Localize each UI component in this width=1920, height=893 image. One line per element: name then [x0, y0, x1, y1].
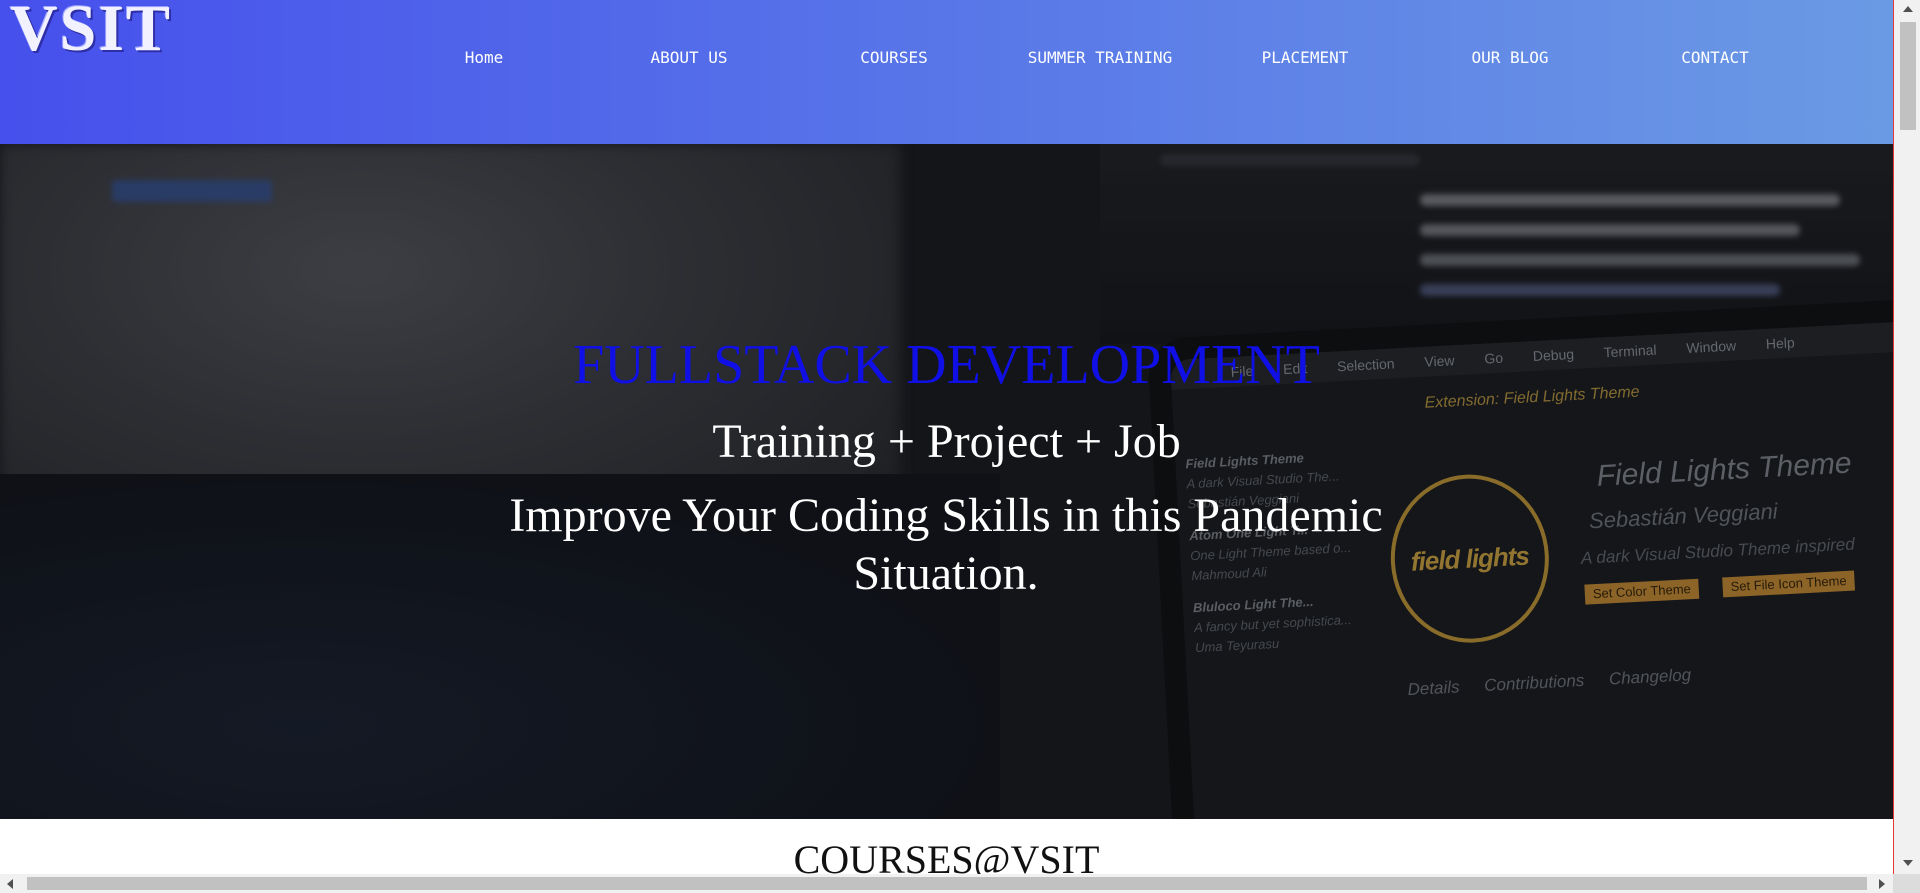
- vertical-scrollbar[interactable]: [1893, 0, 1920, 874]
- scroll-left-arrow-icon[interactable]: [7, 879, 13, 889]
- nav-link-summer-training[interactable]: SUMMER TRAINING: [1028, 46, 1173, 70]
- horizontal-scrollbar[interactable]: [0, 874, 1893, 893]
- horizontal-scroll-thumb[interactable]: [27, 877, 1867, 890]
- scroll-down-arrow-icon[interactable]: [1903, 860, 1913, 866]
- nav-link-our-blog[interactable]: OUR BLOG: [1471, 46, 1548, 70]
- site-logo[interactable]: VSIT: [10, 0, 172, 64]
- scrollbar-corner: [1893, 874, 1920, 893]
- vertical-scroll-thumb[interactable]: [1900, 22, 1916, 130]
- hero-title: FULLSTACK DEVELOPMENT: [573, 334, 1320, 396]
- scroll-right-arrow-icon[interactable]: [1879, 879, 1885, 889]
- nav-link-about-us[interactable]: ABOUT US: [650, 46, 727, 70]
- nav-link-home[interactable]: Home: [465, 46, 504, 70]
- hero-subtitle: Training + Project + Job: [712, 415, 1181, 468]
- scroll-up-arrow-icon[interactable]: [1903, 6, 1913, 12]
- hero-banner: File Edit Selection View Go Debug Termin…: [0, 144, 1893, 819]
- navbar: VSIT Home ABOUT US COURSES SUMMER TRAINI…: [0, 0, 1893, 144]
- nav-link-placement[interactable]: PLACEMENT: [1262, 46, 1349, 70]
- nav-link-courses[interactable]: COURSES: [860, 46, 927, 70]
- hero-dark-overlay: [0, 144, 1893, 819]
- courses-section-heading: COURSES@VSIT: [793, 837, 1100, 874]
- page: VSIT Home ABOUT US COURSES SUMMER TRAINI…: [0, 0, 1893, 874]
- nav-link-contact[interactable]: CONTACT: [1681, 46, 1748, 70]
- hero-tagline: Improve Your Coding Skills in this Pande…: [509, 489, 1383, 600]
